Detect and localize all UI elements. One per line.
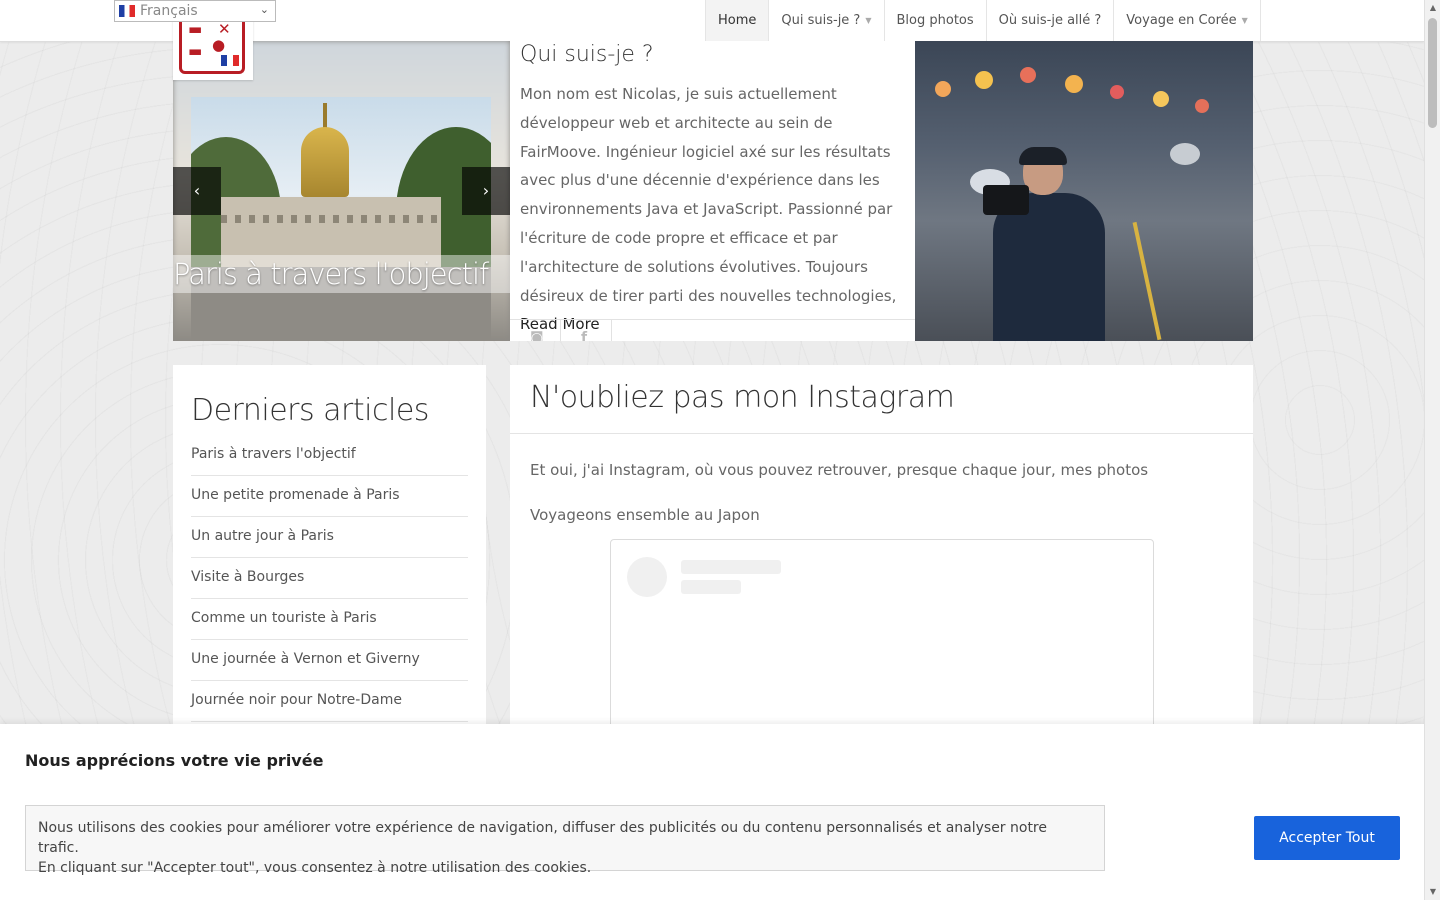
about-description: Mon nom est Nicolas, je suis actuellemen… [520, 85, 897, 305]
caret-down-icon: ▼ [1241, 16, 1248, 25]
nav-item-home[interactable]: Home [706, 0, 770, 41]
article-title: N'oubliez pas mon Instagram [530, 380, 955, 415]
slider-next-button[interactable]: › [462, 167, 510, 215]
nav-item-label: Qui suis-je ? [781, 13, 861, 28]
about-title: Qui suis-je ? [520, 42, 654, 67]
nav-item-qui-suis-je[interactable]: Qui suis-je ? ▼ [769, 0, 885, 41]
accept-all-button[interactable]: Accepter Tout [1254, 816, 1400, 860]
scroll-up-icon[interactable]: ▲ [1425, 0, 1440, 16]
nav-item-label: Où suis-je allé ? [998, 13, 1102, 28]
scroll-down-icon[interactable]: ▼ [1425, 884, 1440, 900]
article-paragraph: Voyageons ensemble au Japon [530, 506, 760, 524]
language-select[interactable]: Français ⌄ [114, 0, 276, 22]
cookie-text-line: En cliquant sur "Accepter tout", vous co… [38, 860, 592, 876]
nav-item-ou-suis-je-alle[interactable]: Où suis-je allé ? [987, 0, 1115, 41]
main-article: N'oubliez pas mon Instagram Et oui, j'ai… [510, 365, 1253, 725]
photographer-photo [915, 41, 1253, 341]
site-logo[interactable]: ▬ ✕ ▬ ● [173, 18, 253, 80]
article-link[interactable]: Journée noir pour Notre-Dame [191, 681, 468, 722]
article-link[interactable]: Un autre jour à Paris [191, 517, 468, 558]
divider [510, 433, 1253, 434]
facebook-icon: f [581, 330, 588, 341]
about-panel: Qui suis-je ? Mon nom est Nicolas, je su… [510, 41, 915, 341]
latest-articles-title: Derniers articles [191, 393, 429, 428]
chevron-down-icon: ⌄ [259, 3, 269, 16]
nav-item-voyage-en-coree[interactable]: Voyage en Corée ▼ [1114, 0, 1261, 41]
text-placeholder [681, 560, 781, 574]
article-link[interactable]: Comme un touriste à Paris [191, 599, 468, 640]
slider-prev-button[interactable]: ‹ [173, 167, 221, 215]
article-link[interactable]: Visite à Bourges [191, 558, 468, 599]
slide-caption[interactable]: Paris à travers l'objectif [173, 255, 510, 293]
social-link-instagram[interactable]: ◙ [510, 320, 561, 341]
instagram-embed[interactable] [610, 539, 1154, 725]
avatar-placeholder [627, 557, 667, 597]
latest-articles-list: Paris à travers l'objectif Une petite pr… [191, 435, 468, 722]
social-link-facebook[interactable]: f [561, 320, 612, 341]
article-link[interactable]: Paris à travers l'objectif [191, 435, 468, 476]
main-menu: Home Qui suis-je ? ▼ Blog photos Où suis-… [705, 0, 1261, 41]
france-flag-icon [119, 5, 135, 17]
mini-flag-icon [221, 55, 239, 66]
cookie-consent-banner: Nous apprécions votre vie privée Nous ut… [0, 724, 1424, 900]
nav-item-label: Blog photos [896, 13, 974, 28]
cookie-description: Nous utilisons des cookies pour améliore… [25, 805, 1105, 876]
instagram-icon: ◙ [530, 330, 544, 341]
nav-item-label: Voyage en Corée [1126, 13, 1237, 28]
language-select-value: Français [140, 3, 198, 19]
latest-articles-widget: Derniers articles Paris à travers l'obje… [173, 365, 486, 725]
cookie-text-line: Nous utilisons des cookies pour améliore… [38, 820, 1047, 856]
chevron-right-icon: › [482, 181, 490, 200]
social-bar: ◙ f [510, 319, 915, 341]
nav-item-blog-photos[interactable]: Blog photos [885, 0, 987, 41]
cookie-title: Nous apprécions votre vie privée [25, 751, 324, 770]
page-scrollbar[interactable]: ▲ ▼ [1424, 0, 1440, 900]
caret-down-icon: ▼ [865, 16, 872, 25]
image-slider: Paris à travers l'objectif ‹ › [173, 41, 510, 341]
chevron-left-icon: ‹ [193, 181, 201, 200]
scrollbar-thumb[interactable] [1428, 18, 1437, 128]
text-placeholder [681, 580, 741, 594]
nav-item-label: Home [718, 13, 757, 28]
article-link[interactable]: Une journée à Vernon et Giverny [191, 640, 468, 681]
article-link[interactable]: Une petite promenade à Paris [191, 476, 468, 517]
slider-photo[interactable] [191, 97, 491, 341]
article-paragraph: Et oui, j'ai Instagram, où vous pouvez r… [530, 461, 1149, 479]
about-text: Mon nom est Nicolas, je suis actuellemen… [520, 80, 905, 339]
